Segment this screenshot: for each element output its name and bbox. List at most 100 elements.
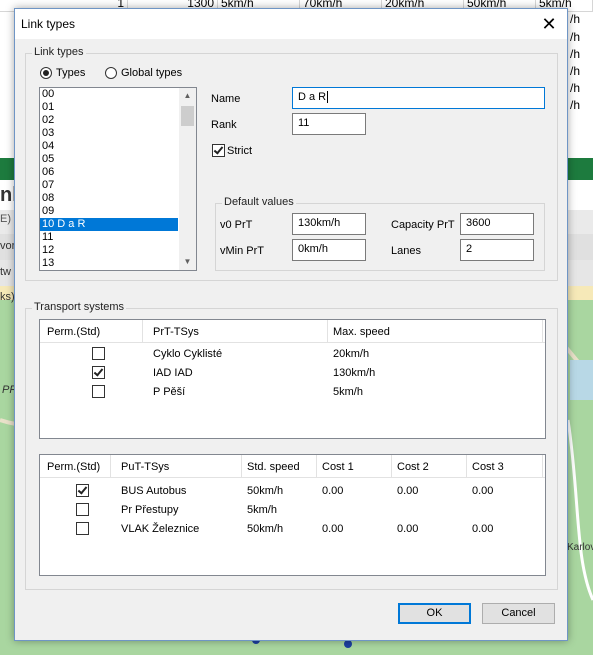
list-item[interactable]: 13 — [40, 257, 178, 270]
cost1-cell[interactable]: 0.00 — [322, 523, 343, 535]
column-header[interactable]: Cost 2 — [397, 461, 429, 473]
perm-checkbox[interactable] — [76, 522, 89, 535]
name-label: Name — [211, 93, 241, 105]
strict-checkbox[interactable] — [212, 144, 225, 157]
ok-button[interactable]: OK — [398, 603, 471, 624]
column-header[interactable]: Std. speed — [247, 461, 300, 473]
column-separator[interactable] — [316, 455, 317, 477]
list-item[interactable]: 12 — [40, 244, 178, 257]
column-header[interactable]: Perm.(Std) — [47, 461, 100, 473]
speed-cell[interactable]: 130km/h — [333, 367, 375, 379]
column-separator[interactable] — [542, 320, 543, 342]
list-item[interactable]: 00 — [40, 88, 178, 101]
list-item[interactable]: 02 — [40, 114, 178, 127]
v0-label: v0 PrT — [220, 219, 253, 231]
scroll-up-icon[interactable]: ▲ — [179, 89, 196, 103]
capacity-label: Capacity PrT — [391, 219, 455, 231]
speed-cell[interactable]: 20km/h — [333, 348, 369, 360]
bg-side-text: E) — [0, 213, 11, 225]
tsys-cell[interactable]: Pr Přestupy — [121, 504, 178, 516]
column-separator[interactable] — [327, 320, 328, 342]
name-input[interactable]: D a R — [292, 87, 545, 109]
list-item[interactable]: 11 — [40, 231, 178, 244]
checkmark-icon — [77, 484, 88, 495]
capacity-input[interactable]: 3600 — [460, 213, 534, 235]
lanes-input[interactable]: 2 — [460, 239, 534, 261]
bg-map-label: Karlov — [567, 542, 593, 553]
bg-unit: /h — [570, 64, 581, 78]
radio-label: Global types — [121, 67, 183, 79]
perm-checkbox[interactable] — [92, 385, 105, 398]
perm-checkbox[interactable] — [76, 503, 89, 516]
list-item[interactable]: 04 — [40, 140, 178, 153]
cost2-cell[interactable]: 0.00 — [397, 485, 418, 497]
list-item[interactable]: 01 — [40, 101, 178, 114]
list-item[interactable]: 09 — [40, 205, 178, 218]
column-header[interactable]: Cost 3 — [472, 461, 504, 473]
lanes-label: Lanes — [391, 245, 421, 257]
column-separator[interactable] — [241, 455, 242, 477]
speed-cell[interactable]: 5km/h — [247, 504, 277, 516]
bg-side-text: ks) — [0, 291, 15, 303]
perm-checkbox[interactable] — [92, 366, 105, 379]
close-icon[interactable]: ✕ — [535, 11, 563, 37]
list-items: 00 01 02 03 04 05 06 07 08 09 10 D a R 11 12 13 — [40, 88, 196, 270]
list-scrollbar[interactable]: ▲ ▼ — [179, 88, 196, 270]
bg-unit: /h — [570, 81, 581, 95]
v0-input[interactable]: 130km/h — [292, 213, 366, 235]
list-item[interactable]: 03 — [40, 127, 178, 140]
cost2-cell[interactable]: 0.00 — [397, 523, 418, 535]
vmin-input[interactable]: 0km/h — [292, 239, 366, 261]
bg-unit: /h — [570, 47, 581, 61]
column-header[interactable]: Perm.(Std) — [47, 326, 100, 338]
put-tsys-grid[interactable]: Perm.(Std) PuT-TSys Std. speed Cost 1 Co… — [39, 454, 546, 576]
group-label: Link types — [32, 46, 86, 58]
checkmark-icon — [93, 366, 104, 377]
link-types-dialog: Link types ✕ Link types Types Global typ… — [14, 8, 568, 641]
list-item[interactable]: 06 — [40, 166, 178, 179]
tsys-cell[interactable]: P Pěší — [153, 386, 185, 398]
rank-input[interactable]: 11 — [292, 113, 366, 135]
group-label: Transport systems — [32, 301, 127, 313]
speed-cell[interactable]: 50km/h — [247, 485, 283, 497]
speed-cell[interactable]: 5km/h — [333, 386, 363, 398]
tsys-cell[interactable]: Cyklo Cyklisté — [153, 348, 222, 360]
list-item[interactable]: 05 — [40, 153, 178, 166]
column-header[interactable]: PuT-TSys — [121, 461, 169, 473]
column-separator[interactable] — [466, 455, 467, 477]
cost1-cell[interactable]: 0.00 — [322, 485, 343, 497]
title-bar[interactable]: Link types ✕ — [15, 9, 567, 39]
column-separator[interactable] — [110, 455, 111, 477]
bg-unit: /h — [570, 12, 581, 26]
perm-checkbox[interactable] — [76, 484, 89, 497]
column-header[interactable]: PrT-TSys — [153, 326, 199, 338]
column-separator[interactable] — [142, 320, 143, 342]
speed-cell[interactable]: 50km/h — [247, 523, 283, 535]
scroll-down-icon[interactable]: ▼ — [179, 255, 196, 269]
bg-unit: /h — [570, 98, 581, 112]
tsys-cell[interactable]: BUS Autobus — [121, 485, 186, 497]
column-separator[interactable] — [542, 455, 543, 477]
radio-label: Types — [56, 67, 86, 79]
header-divider — [40, 477, 545, 478]
column-header[interactable]: Cost 1 — [322, 461, 354, 473]
column-separator[interactable] — [391, 455, 392, 477]
column-header[interactable]: Max. speed — [333, 326, 390, 338]
scroll-thumb[interactable] — [181, 106, 194, 126]
perm-checkbox[interactable] — [92, 347, 105, 360]
strict-label: Strict — [227, 145, 253, 157]
bg-side-text: tw — [0, 266, 11, 278]
cancel-button[interactable]: Cancel — [482, 603, 555, 624]
prt-tsys-grid[interactable]: Perm.(Std) PrT-TSys Max. speed Cyklo Cyk… — [39, 319, 546, 439]
list-item[interactable]: 10 D a R — [40, 218, 178, 231]
list-item[interactable]: 08 — [40, 192, 178, 205]
tsys-cell[interactable]: VLAK Železnice — [121, 523, 199, 535]
cost3-cell[interactable]: 0.00 — [472, 523, 493, 535]
cost3-cell[interactable]: 0.00 — [472, 485, 493, 497]
tsys-cell[interactable]: IAD IAD — [153, 367, 193, 379]
global-types-radio[interactable]: Global types — [105, 67, 182, 79]
header-divider — [40, 342, 545, 343]
types-radio[interactable]: Types — [40, 67, 85, 79]
link-type-list[interactable]: 00 01 02 03 04 05 06 07 08 09 10 D a R 11 12 13 ▲ ▼ — [39, 87, 197, 271]
list-item[interactable]: 07 — [40, 179, 178, 192]
